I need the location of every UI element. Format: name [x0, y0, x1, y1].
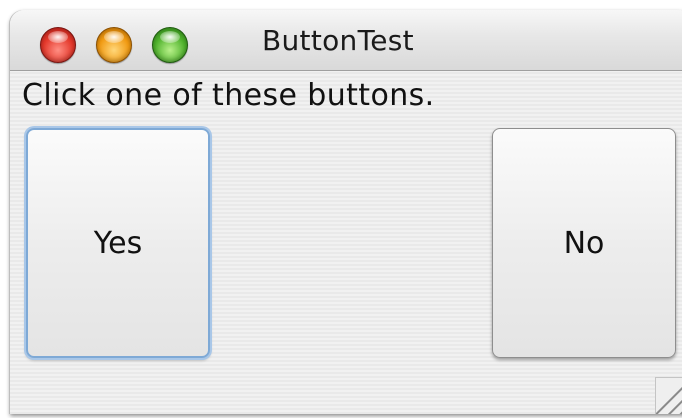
close-window-button[interactable]: [40, 27, 76, 63]
title-bar[interactable]: ButtonTest: [10, 10, 682, 71]
window-title: ButtonTest: [262, 24, 414, 57]
no-button[interactable]: No: [492, 128, 676, 358]
yes-button-label: Yes: [93, 225, 143, 261]
yes-button[interactable]: Yes: [26, 128, 210, 358]
no-button-label: No: [563, 225, 605, 261]
instruction-label: Click one of these buttons.: [22, 78, 435, 113]
minimize-window-button[interactable]: [96, 27, 132, 63]
app-window: ButtonTest Click one of these buttons. Y…: [10, 10, 682, 414]
resize-grip-icon[interactable]: [655, 377, 682, 414]
zoom-window-button[interactable]: [152, 27, 188, 63]
